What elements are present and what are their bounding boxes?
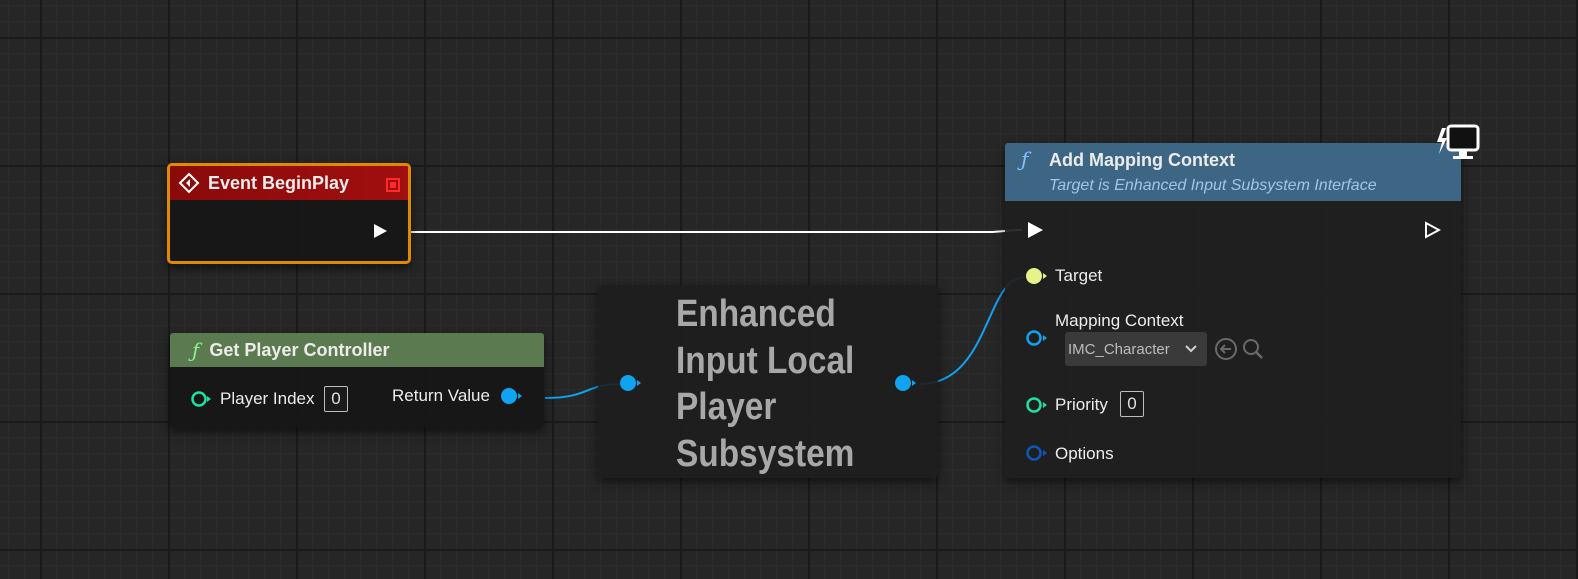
blueprint-graph-canvas[interactable]: Event BeginPlay ƒ Get Player Controller … [0, 0, 1578, 579]
player-index-input[interactable]: 0 [324, 386, 348, 412]
mapping-context-label: Mapping Context [1055, 311, 1184, 330]
add-mapping-context-node[interactable]: ƒ Add Mapping Context Target is Enhanced… [1005, 143, 1461, 478]
return-value-label: Return Value [392, 386, 490, 405]
get-player-controller-title: Get Player Controller [209, 339, 390, 360]
get-player-controller-header: ƒ Get Player Controller [170, 333, 544, 367]
subsystem-title: Enhanced Input Local Player Subsystem [676, 291, 854, 477]
function-f-icon: ƒ [192, 338, 200, 362]
exec-in-pin[interactable] [1025, 220, 1045, 240]
event-beginplay-title: Event BeginPlay [208, 172, 350, 193]
target-label: Target [1055, 266, 1103, 285]
chevron-down-icon [1183, 341, 1199, 357]
mapping-context-pin[interactable] [1025, 329, 1049, 347]
subsystem-title-line-1: Enhanced [676, 293, 836, 335]
target-pin[interactable] [1025, 267, 1049, 285]
player-index-pin[interactable] [190, 390, 212, 408]
add-mapping-context-header: ƒ Add Mapping Context Target is Enhanced… [1005, 143, 1461, 201]
subsystem-output-pin[interactable] [894, 374, 918, 392]
exec-wire[interactable] [410, 229, 1023, 233]
subsystem-input-pin[interactable] [618, 374, 642, 392]
add-mapping-context-subtitle: Target is Enhanced Input Subsystem Inter… [1049, 177, 1377, 194]
return-value-pin[interactable] [500, 387, 524, 405]
priority-input[interactable]: 0 [1120, 391, 1144, 417]
mapping-context-value: IMC_Character [1068, 340, 1170, 358]
get-player-controller-node[interactable]: ƒ Get Player Controller Player Index 0 R… [170, 333, 544, 428]
priority-label: Priority [1055, 395, 1108, 414]
options-pin[interactable] [1025, 444, 1049, 462]
exec-out-pin[interactable] [371, 222, 389, 240]
event-beginplay-header: Event BeginPlay [170, 166, 408, 200]
mapping-context-dropdown[interactable]: IMC_Character [1065, 332, 1207, 366]
options-label: Options [1055, 444, 1114, 463]
enhanced-input-subsystem-node[interactable]: Enhanced Input Local Player Subsystem [598, 285, 938, 478]
subsystem-title-line-3: Player [676, 386, 777, 428]
browse-arrow-icon[interactable] [1214, 337, 1238, 361]
magnifier-icon[interactable] [1241, 337, 1265, 361]
event-diamond-icon [178, 172, 200, 194]
subsystem-title-line-2: Input Local [676, 339, 855, 382]
priority-pin[interactable] [1025, 396, 1049, 414]
player-index-label: Player Index [220, 389, 315, 408]
add-mapping-context-title: Add Mapping Context [1049, 150, 1235, 170]
subsystem-title-line-4: Subsystem [676, 432, 855, 475]
exec-out-pin[interactable] [1423, 221, 1442, 239]
lightning-monitor-icon [1434, 124, 1482, 162]
red-square-icon [386, 176, 400, 192]
function-f-icon: ƒ [1021, 147, 1029, 171]
event-beginplay-node[interactable]: Event BeginPlay [167, 163, 411, 264]
